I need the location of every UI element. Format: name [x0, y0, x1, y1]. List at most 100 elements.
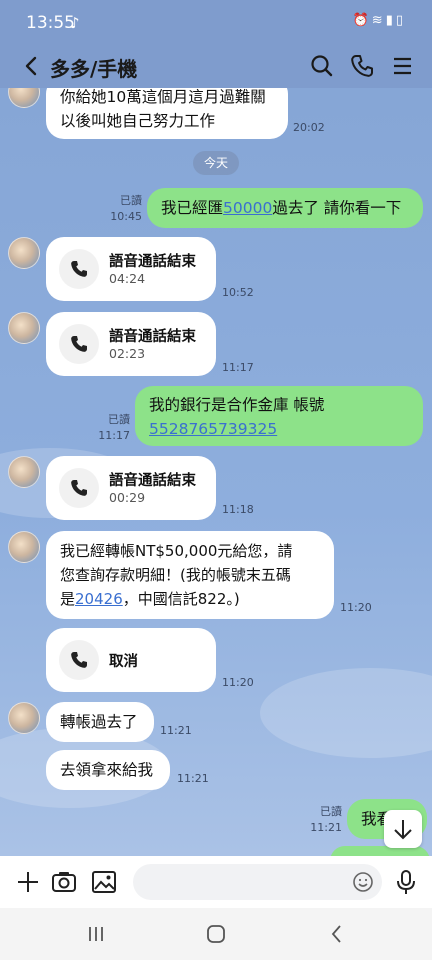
search-button[interactable] [307, 51, 337, 81]
status-time: 13:55 [26, 13, 75, 33]
voice-call-ended-card[interactable]: 語音通話結束 04:24 [46, 237, 216, 301]
home-icon [207, 925, 225, 943]
chat-title: 多多/手機 [50, 57, 138, 81]
arrow-down-icon [394, 820, 412, 840]
microphone-icon [397, 870, 415, 894]
message-input-field[interactable] [133, 864, 382, 900]
contact-avatar[interactable] [8, 88, 40, 108]
account-number-link[interactable]: 5528765739325 [149, 420, 277, 438]
call-cancelled-label: 取消 [109, 654, 138, 670]
call-duration: 02:23 [109, 346, 146, 361]
add-button[interactable] [14, 868, 42, 896]
camera-button[interactable] [50, 868, 78, 896]
message-time: 11:17 [98, 429, 130, 442]
emoji-icon[interactable] [352, 871, 374, 893]
message-time: 11:21 [310, 821, 342, 834]
read-status: 已讀 [108, 413, 130, 426]
call-title: 語音通話結束 [109, 329, 196, 345]
status-bar: 13:55 ♪ ⏰≋▮▯ [0, 0, 432, 44]
chevron-left-icon [331, 925, 341, 943]
message-text: 過去了 請你看一下 [272, 199, 402, 217]
message-text: 您查詢存款明細！(我的帳號末五碼 [60, 566, 291, 584]
message-time: 11:21 [177, 772, 209, 785]
call-icon-circle [59, 249, 99, 289]
call-duration: 04:24 [109, 271, 146, 286]
message-time: 11:20 [222, 676, 254, 689]
voice-call-ended-card[interactable]: 語音通話結束 00:29 [46, 456, 216, 520]
contact-avatar[interactable] [8, 531, 40, 563]
recents-icon [89, 927, 103, 941]
gallery-button[interactable] [90, 868, 118, 896]
call-icon-circle [59, 324, 99, 364]
contact-avatar[interactable] [8, 702, 40, 734]
message-text: 我的銀行是合作金庫 帳號 [149, 396, 325, 414]
read-status: 已讀 [120, 194, 142, 207]
alarm-icon: ⏰ [352, 13, 372, 28]
message-input[interactable] [133, 864, 333, 900]
message-bubble-in[interactable]: 你給她10萬這個月這月過難關 以後叫她自己努力工作 [46, 88, 288, 139]
signal-icon: ▮ [385, 13, 396, 28]
voice-call-ended-card[interactable]: 語音通話結束 02:23 [46, 312, 216, 376]
call-button[interactable] [347, 51, 377, 81]
chat-header: 多多/手機 [0, 44, 432, 88]
call-icon-circle [59, 468, 99, 508]
chevron-left-icon [25, 56, 37, 76]
plus-icon [18, 872, 38, 892]
call-title: 語音通話結束 [109, 254, 196, 270]
menu-button[interactable] [388, 51, 418, 81]
back-button[interactable] [18, 50, 46, 82]
call-duration: 00:29 [109, 490, 146, 505]
account-digits-link[interactable]: 20426 [75, 590, 123, 608]
chat-area[interactable]: 你給她10萬這個月這月過難關 以後叫她自己努力工作 20:02 今天 已讀 10… [0, 88, 432, 856]
camera-icon [52, 872, 76, 892]
home-button[interactable] [204, 922, 228, 946]
status-icons: ⏰≋▮▯ [353, 13, 406, 28]
recents-button[interactable] [84, 922, 108, 946]
date-divider: 今天 [193, 151, 239, 175]
message-text: 我已經轉帳NT$50,000元給您，請 [60, 542, 293, 560]
message-time: 10:52 [222, 286, 254, 299]
contact-avatar[interactable] [8, 237, 40, 269]
call-icon-circle [59, 640, 99, 680]
message-text: 我已經匯 [161, 199, 224, 217]
message-bubble-out[interactable]: 我已經匯50000過去了 請你看一下 [147, 188, 423, 228]
phone-icon [71, 336, 87, 352]
message-time: 20:02 [293, 121, 325, 134]
message-bubble-out[interactable]: 我的銀行是合作金庫 帳號 5528765739325 [135, 386, 423, 446]
system-back-button[interactable] [325, 922, 349, 946]
call-title: 語音通話結束 [109, 473, 196, 489]
message-time: 10:45 [110, 210, 142, 223]
message-bubble-in[interactable]: 我已經轉帳NT$50,000元給您，請 您查詢存款明細！(我的帳號末五碼 是20… [46, 531, 334, 619]
phone-icon [351, 55, 373, 77]
message-text: 是 [60, 590, 76, 608]
phone-icon [71, 652, 87, 668]
message-input-bar [0, 856, 432, 908]
search-icon [311, 55, 333, 77]
hamburger-menu-icon [394, 57, 411, 75]
wifi-icon: ≋ [371, 13, 386, 28]
phone-icon [71, 480, 87, 496]
call-cancelled-card[interactable]: 取消 [46, 628, 216, 692]
image-icon [92, 871, 116, 893]
message-bubble-in[interactable]: 轉帳過去了 [46, 702, 154, 742]
scroll-to-bottom-button[interactable] [384, 810, 422, 848]
message-text: 去領拿來給我 [60, 761, 154, 779]
battery-icon: ▯ [395, 13, 406, 28]
system-nav-bar [0, 908, 432, 960]
message-text: ，中國信託822。) [122, 590, 240, 608]
read-status: 已讀 [320, 805, 342, 818]
voice-message-button[interactable] [392, 868, 420, 896]
message-time: 11:21 [160, 724, 192, 737]
message-time: 11:20 [340, 601, 372, 614]
phone-icon [71, 261, 87, 277]
contact-avatar[interactable] [8, 312, 40, 344]
message-text: 轉帳過去了 [60, 713, 138, 731]
message-time: 11:17 [222, 361, 254, 374]
amount-link[interactable]: 50000 [223, 199, 272, 217]
message-text: 以後叫她自己努力工作 [60, 112, 216, 130]
message-bubble-in[interactable]: 去領拿來給我 [46, 750, 170, 790]
contact-avatar[interactable] [8, 456, 40, 488]
message-time: 11:18 [222, 503, 254, 516]
message-text: 你給她10萬這個月這月過難關 [60, 88, 266, 106]
tiktok-icon: ♪ [70, 14, 80, 32]
